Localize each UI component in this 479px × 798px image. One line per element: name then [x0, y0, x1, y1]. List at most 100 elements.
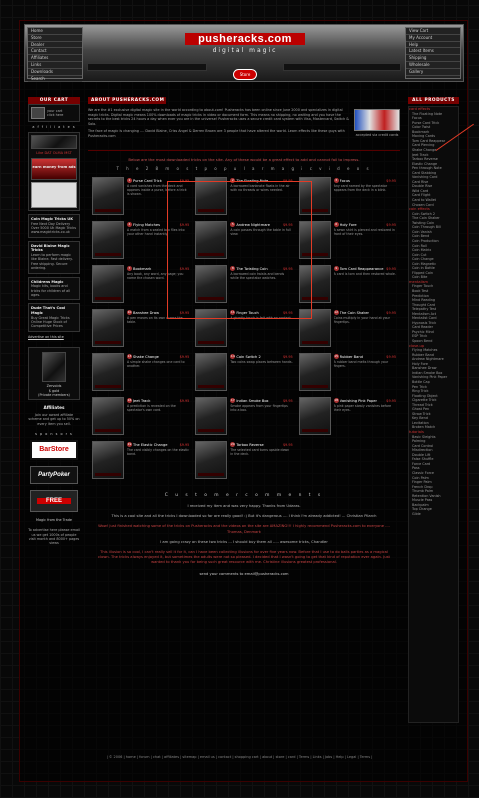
nav-link[interactable]: Contact — [28, 48, 82, 56]
trick-item[interactable]: 2 The Floating Note $9.95 A borrowed bankno… — [195, 177, 293, 215]
trick-name[interactable]: The Twisting Coin — [236, 267, 282, 271]
trick-name[interactable]: Bookmark — [133, 267, 179, 271]
nav-link[interactable]: Wholesale — [406, 62, 460, 69]
trick-thumbnail[interactable] — [298, 177, 331, 215]
trick-thumbnail[interactable] — [92, 397, 124, 435]
trick-thumbnail[interactable] — [92, 309, 124, 347]
affiliate-body[interactable]: Like DAT OLMA MST — [31, 151, 77, 156]
product-link[interactable]: Glide — [409, 512, 458, 517]
barstore-sponsor[interactable]: BarStore — [30, 439, 78, 460]
nav-link[interactable]: Store — [28, 35, 82, 42]
promo-banner[interactable]: earn money from ads — [31, 158, 77, 180]
trick-thumbnail[interactable] — [298, 397, 331, 435]
trick-item[interactable]: 3 Focus $9.95 Any card named by the spectat… — [298, 177, 396, 215]
free-sponsor[interactable]: FREE — [30, 489, 78, 512]
trick-thumbnail[interactable] — [195, 397, 228, 435]
trick-name[interactable]: Flying Matches — [133, 223, 179, 227]
trick-item[interactable]: 13 Shake Change $9.95 A simple shake change… — [92, 353, 189, 391]
trick-thumbnail[interactable] — [92, 221, 124, 259]
trick-name[interactable]: Jeet Track — [133, 399, 179, 403]
trick-name[interactable]: The Coin Shaker — [340, 311, 386, 315]
trick-name[interactable]: Indian Smoke Box — [236, 399, 282, 403]
trick-item[interactable]: 8 The Twisting Coin $9.95 A borrowed coin t… — [195, 265, 293, 303]
trick-item[interactable]: 16 Jeet Track $9.95 A prediction is reveale… — [92, 397, 189, 435]
nav-link[interactable]: Gallery — [406, 69, 460, 76]
nav-link[interactable]: Home — [28, 28, 82, 35]
trick-thumbnail[interactable] — [92, 265, 124, 303]
trick-item[interactable]: 5 Andrew Nightmare $9.95 A coin passes thro… — [195, 221, 293, 259]
nav-link[interactable]: View Cart — [406, 28, 460, 35]
trick-thumbnail[interactable] — [195, 265, 228, 303]
nav-link[interactable]: Affiliates — [28, 55, 82, 62]
trick-item[interactable]: 10 Banshee Draw $9.95 A pen moves on its ow… — [92, 309, 189, 347]
trick-name[interactable]: Finger Touch — [236, 311, 282, 315]
trick-name[interactable]: Focus — [340, 179, 386, 183]
trick-name[interactable]: Rubber Band — [340, 355, 386, 359]
trick-thumbnail[interactable] — [195, 177, 228, 215]
trick-name[interactable]: Purse Card Trick — [133, 179, 179, 183]
trick-item[interactable]: 6 Holy Fore $9.95 A sewn shirt is pierced a… — [298, 221, 396, 259]
nav-link[interactable]: Latest Items — [406, 48, 460, 56]
trick-name[interactable]: Vanishing Pink Paper — [340, 399, 386, 403]
store-button[interactable]: Store — [233, 69, 257, 80]
ad-item[interactable]: Coin Magic Tricks UK Free Next Day Delive… — [28, 214, 80, 238]
trick-item[interactable]: 11 Finger Touch $9.95 A ghostly touch is fe… — [195, 309, 293, 347]
nav-link[interactable]: Search — [28, 76, 82, 83]
trick-item[interactable]: 4 Flying Matches $9.95 A match from a seale… — [92, 221, 189, 259]
nav-link[interactable]: My Account — [406, 35, 460, 42]
trick-name[interactable]: Shake Change — [133, 355, 179, 359]
trick-name[interactable]: Coin Switch 2 — [236, 355, 282, 359]
trick-item[interactable]: 9 Tom Card Reappearance $9.95 A card is tor… — [298, 265, 396, 303]
cart-box[interactable]: your cart click here — [28, 104, 80, 122]
trick-item[interactable]: 12 The Coin Shaker $9.95 Coins multiply in … — [298, 309, 396, 347]
trick-name[interactable]: The Floating Note — [236, 179, 282, 183]
trick-name[interactable]: Tarbox Reverse — [236, 443, 282, 447]
trick-name[interactable]: Holy Fore — [340, 223, 386, 227]
send-comments[interactable]: send your comments to email@pusheracks.c… — [88, 572, 400, 577]
trick-name[interactable]: Tom Card Reappearance — [340, 267, 386, 271]
trick-thumbnail[interactable] — [298, 221, 331, 259]
partypoker-sponsor[interactable]: PartyPoker — [30, 465, 78, 484]
trick-item[interactable]: 7 Bookmark $9.95 Any book, any word, any pa… — [92, 265, 189, 303]
trick-item[interactable]: 1 Purse Card Trick $9.95 A card vanishes fr… — [92, 177, 189, 215]
trick-name[interactable]: Banshee Draw — [133, 311, 179, 315]
affiliate-box[interactable]: Like DAT OLMA MST earn money from ads — [28, 132, 80, 211]
partypoker-label[interactable]: PartyPoker — [38, 472, 70, 478]
nav-link[interactable]: Help — [406, 42, 460, 49]
ad-title[interactable]: David Blaine Magic Tricks — [31, 244, 77, 253]
trick-name[interactable]: Andrew Nightmare — [236, 223, 282, 227]
trick-item[interactable]: 19 The Elastic Change $9.95 The card visibl… — [92, 441, 189, 479]
nav-link[interactable]: Shipping — [406, 55, 460, 62]
logo-text[interactable]: pusheracks.com — [185, 33, 305, 45]
trick-thumbnail[interactable] — [195, 353, 228, 391]
trick-item[interactable]: 14 Coin Switch 2 $9.95 Two coins swap place… — [195, 353, 293, 391]
trick-thumbnail[interactable] — [195, 221, 228, 259]
ad-title[interactable]: Coin Magic Tricks UK — [31, 217, 77, 222]
free-label[interactable]: FREE — [37, 497, 71, 504]
logo[interactable]: pusheracks.com digital magic — [185, 33, 305, 54]
trick-thumbnail[interactable] — [92, 353, 124, 391]
cart-icon[interactable] — [31, 107, 45, 119]
trick-thumbnail[interactable] — [298, 353, 331, 391]
ad-title[interactable]: Dude That's Cool Magic — [31, 306, 77, 315]
ad-item[interactable]: Dude That's Cool Magic Buy Great Magic Tr… — [28, 303, 80, 332]
trick-thumbnail[interactable] — [92, 441, 124, 479]
nav-link[interactable]: Downloads — [28, 69, 82, 76]
trick-item[interactable]: 17 Indian Smoke Box $9.95 Smoke appears fro… — [195, 397, 293, 435]
cart-text[interactable]: your cart click here — [47, 109, 63, 118]
nav-link[interactable]: Links — [28, 62, 82, 69]
nav-link[interactable]: Dealer — [28, 42, 82, 49]
advertise-link[interactable]: Advertise on this site — [28, 335, 80, 339]
ad-item[interactable]: David Blaine Magic Tricks Learn to perfor… — [28, 240, 80, 274]
trick-thumbnail[interactable] — [195, 309, 228, 347]
trick-thumbnail[interactable] — [92, 177, 124, 215]
trick-thumbnail[interactable] — [298, 309, 331, 347]
promo-title[interactable]: earn money from ads — [32, 159, 76, 170]
affiliate-image[interactable] — [31, 135, 77, 150]
trick-item[interactable]: 18 Vanishing Pink Paper $9.95 A pink paper … — [298, 397, 396, 435]
trick-name[interactable]: The Elastic Change — [133, 443, 179, 447]
trick-thumbnail[interactable] — [298, 265, 331, 303]
ad-item[interactable]: Childrens Magic Magic kits, books and tri… — [28, 276, 80, 301]
trick-item[interactable]: 15 Rubber Band $9.95 A rubber band melts th… — [298, 353, 396, 391]
barstore-label[interactable]: BarStore — [39, 446, 69, 453]
